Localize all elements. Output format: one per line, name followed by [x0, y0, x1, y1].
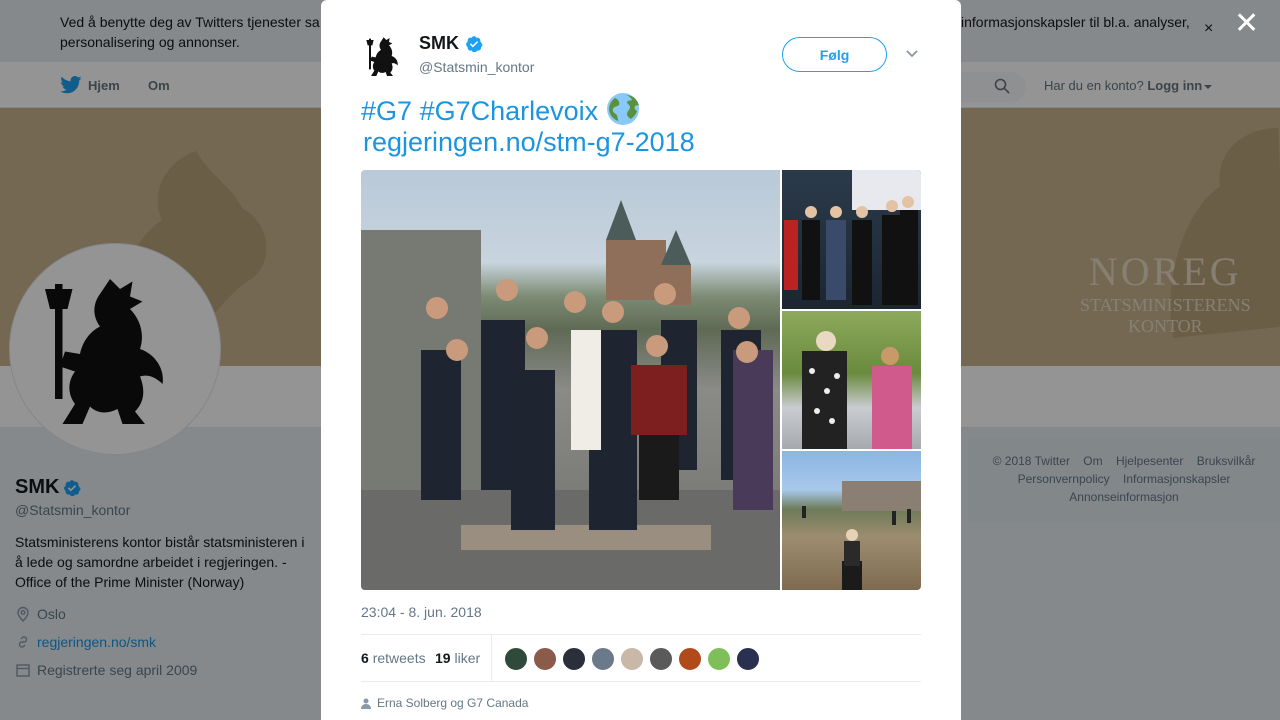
person-icon — [361, 698, 371, 709]
tweet-author-handle[interactable]: @Statsmin_kontor — [419, 59, 534, 75]
globe-emoji-icon — [606, 93, 639, 125]
tweet-photo-2[interactable] — [782, 170, 921, 309]
hashtag-link[interactable]: #G7 — [361, 96, 412, 126]
retweets-count: 6 — [361, 650, 369, 666]
tweet-text: #G7 #G7Charlevoix — [361, 92, 921, 128]
stats-divider — [491, 635, 492, 681]
likes-count: 19 — [435, 650, 451, 666]
retweets-label: retweets — [372, 650, 426, 666]
tweet-author-name-text: SMK — [419, 33, 459, 53]
liker-avatar[interactable] — [736, 647, 760, 671]
chevron-down-icon[interactable] — [906, 50, 918, 58]
liker-avatar[interactable] — [504, 647, 528, 671]
verified-icon — [466, 35, 483, 52]
tweet-link[interactable]: regjeringen.no/stm-g7-2018 — [363, 126, 695, 159]
tweet-media-grid — [361, 170, 921, 590]
liker-avatar[interactable] — [678, 647, 702, 671]
likers-avatars — [504, 647, 760, 671]
tweet-author-name[interactable]: SMK — [419, 33, 483, 54]
tagged-users-text: Erna Solberg og G7 Canada — [377, 696, 529, 710]
retweets-stat[interactable]: 6 retweets — [361, 650, 426, 666]
photo-4-illustration — [802, 481, 921, 590]
group-photo-illustration — [361, 200, 780, 590]
tweet-photo-4[interactable] — [782, 451, 921, 590]
tweet-photo-1[interactable] — [361, 170, 780, 590]
follow-button[interactable]: Følg — [782, 37, 887, 72]
liker-avatar[interactable] — [620, 647, 644, 671]
liker-avatar[interactable] — [591, 647, 615, 671]
liker-avatar[interactable] — [533, 647, 557, 671]
liker-avatar[interactable] — [707, 647, 731, 671]
norway-lion-icon — [366, 37, 398, 76]
liker-avatar[interactable] — [562, 647, 586, 671]
tagged-users[interactable]: Erna Solberg og G7 Canada — [361, 696, 528, 710]
tweet-timestamp[interactable]: 23:04 - 8. jun. 2018 — [361, 604, 482, 620]
liker-avatar[interactable] — [649, 647, 673, 671]
likes-stat[interactable]: 19 liker — [435, 650, 480, 666]
photo-2-illustration — [784, 170, 921, 305]
tweet-author-avatar[interactable] — [361, 32, 409, 80]
tweet-photo-3[interactable] — [782, 311, 921, 449]
close-icon[interactable]: ✕ — [1234, 9, 1259, 39]
tweet-modal: SMK @Statsmin_kontor Følg #G7 #G7Charlev… — [321, 0, 961, 720]
hashtag-link[interactable]: #G7Charlevoix — [420, 96, 599, 126]
likes-label: liker — [454, 650, 481, 666]
photo-3-illustration — [802, 331, 912, 449]
tweet-stats: 6 retweets 19 liker — [361, 634, 921, 682]
